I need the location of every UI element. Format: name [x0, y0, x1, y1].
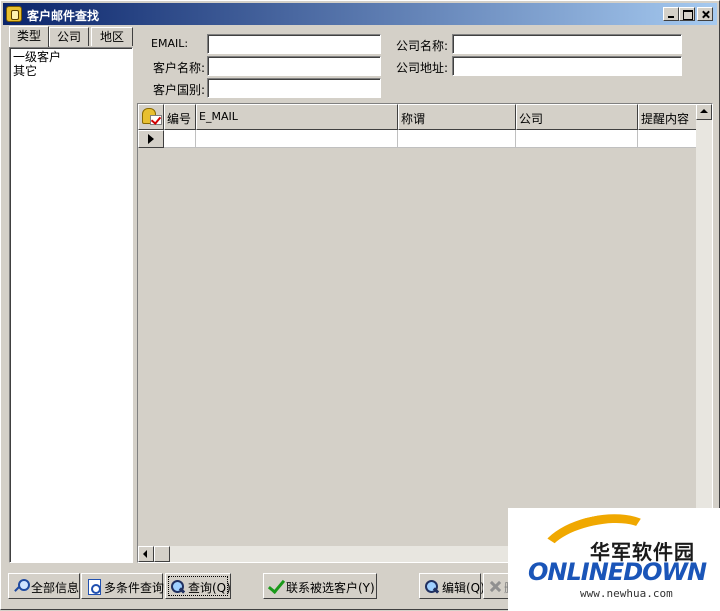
customer-country-label: 客户国别: — [153, 83, 206, 97]
maximize-button[interactable] — [679, 7, 695, 21]
window-title: 客户邮件查找 — [27, 9, 100, 23]
search-icon — [13, 579, 30, 594]
watermark-en-text: ONLINEDOWN — [528, 558, 707, 586]
minimize-button[interactable] — [663, 7, 679, 21]
scroll-thumb[interactable] — [154, 546, 170, 562]
table-cell[interactable] — [516, 130, 638, 148]
customer-name-field[interactable] — [207, 56, 381, 76]
email-label: EMAIL: — [151, 37, 189, 50]
column-header-number[interactable]: 编号 — [164, 104, 196, 130]
category-list[interactable]: 一级客户 其它 — [9, 47, 133, 563]
magnifier-icon — [170, 579, 185, 594]
row-indicator-arrow-icon — [138, 130, 164, 148]
table-cell[interactable] — [196, 130, 398, 148]
list-item[interactable]: 其它 — [13, 64, 129, 78]
column-header-company[interactable]: 公司 — [516, 104, 638, 130]
vertical-scrollbar[interactable] — [696, 104, 712, 546]
results-grid[interactable]: 编号 E_MAIL 称谓 公司 提醒内容 — [137, 103, 713, 563]
company-address-label: 公司地址: — [396, 61, 449, 75]
multi-query-label: 多条件查询 — [104, 581, 165, 595]
column-header-email[interactable]: E_MAIL — [196, 104, 398, 130]
all-info-button[interactable]: 全部信息 — [8, 573, 80, 599]
tab-company[interactable]: 公司 — [49, 27, 89, 46]
company-address-field[interactable] — [452, 56, 682, 76]
watermark-url: www.newhua.com — [580, 587, 673, 600]
contact-selected-label: 联系被选客户(Y) — [286, 581, 375, 595]
main-window: 客户邮件查找 类型 公司 地区 一级客户 其它 EMAIL: 客户名称: 客户国… — [0, 0, 720, 611]
select-all-header[interactable] — [138, 104, 164, 130]
document-search-icon — [86, 579, 101, 595]
checkmark-icon — [150, 115, 162, 125]
table-cell[interactable] — [398, 130, 516, 148]
multi-query-button[interactable]: 多条件查询 — [81, 573, 165, 599]
contact-selected-button[interactable]: 联系被选客户(Y) — [263, 573, 377, 599]
column-header-reminder[interactable]: 提醒内容 — [638, 104, 698, 130]
grid-header: 编号 E_MAIL 称谓 公司 提醒内容 — [138, 104, 698, 130]
scroll-left-button[interactable] — [138, 546, 154, 562]
edit-label: 编辑(Q) — [442, 581, 485, 595]
table-row[interactable] — [138, 130, 698, 148]
all-info-label: 全部信息 — [31, 581, 80, 595]
edit-button[interactable]: 编辑(Q) — [419, 573, 485, 599]
app-folder-icon — [6, 6, 22, 22]
magnifier-icon — [424, 579, 439, 594]
company-name-field[interactable] — [452, 34, 682, 54]
table-cell[interactable] — [164, 130, 196, 148]
email-field[interactable] — [207, 34, 381, 54]
scroll-up-button[interactable] — [696, 104, 712, 120]
checkmark-icon — [268, 579, 283, 594]
table-cell[interactable] — [638, 130, 698, 148]
close-button[interactable] — [697, 7, 713, 21]
query-label: 查询(Q) — [188, 581, 231, 595]
tab-region[interactable]: 地区 — [91, 27, 133, 46]
query-button[interactable]: 查询(Q) — [165, 573, 231, 599]
customer-country-field[interactable] — [207, 78, 381, 98]
watermark-logo: 华军软件园 ONLINEDOWN www.newhua.com — [508, 504, 720, 611]
delete-x-icon — [488, 579, 503, 594]
list-item[interactable]: 一级客户 — [13, 50, 129, 64]
customer-name-label: 客户名称: — [153, 61, 206, 75]
title-bar[interactable]: 客户邮件查找 — [3, 3, 717, 25]
tab-type[interactable]: 类型 — [9, 26, 49, 47]
column-header-salutation[interactable]: 称谓 — [398, 104, 516, 130]
company-name-label: 公司名称: — [396, 39, 449, 53]
